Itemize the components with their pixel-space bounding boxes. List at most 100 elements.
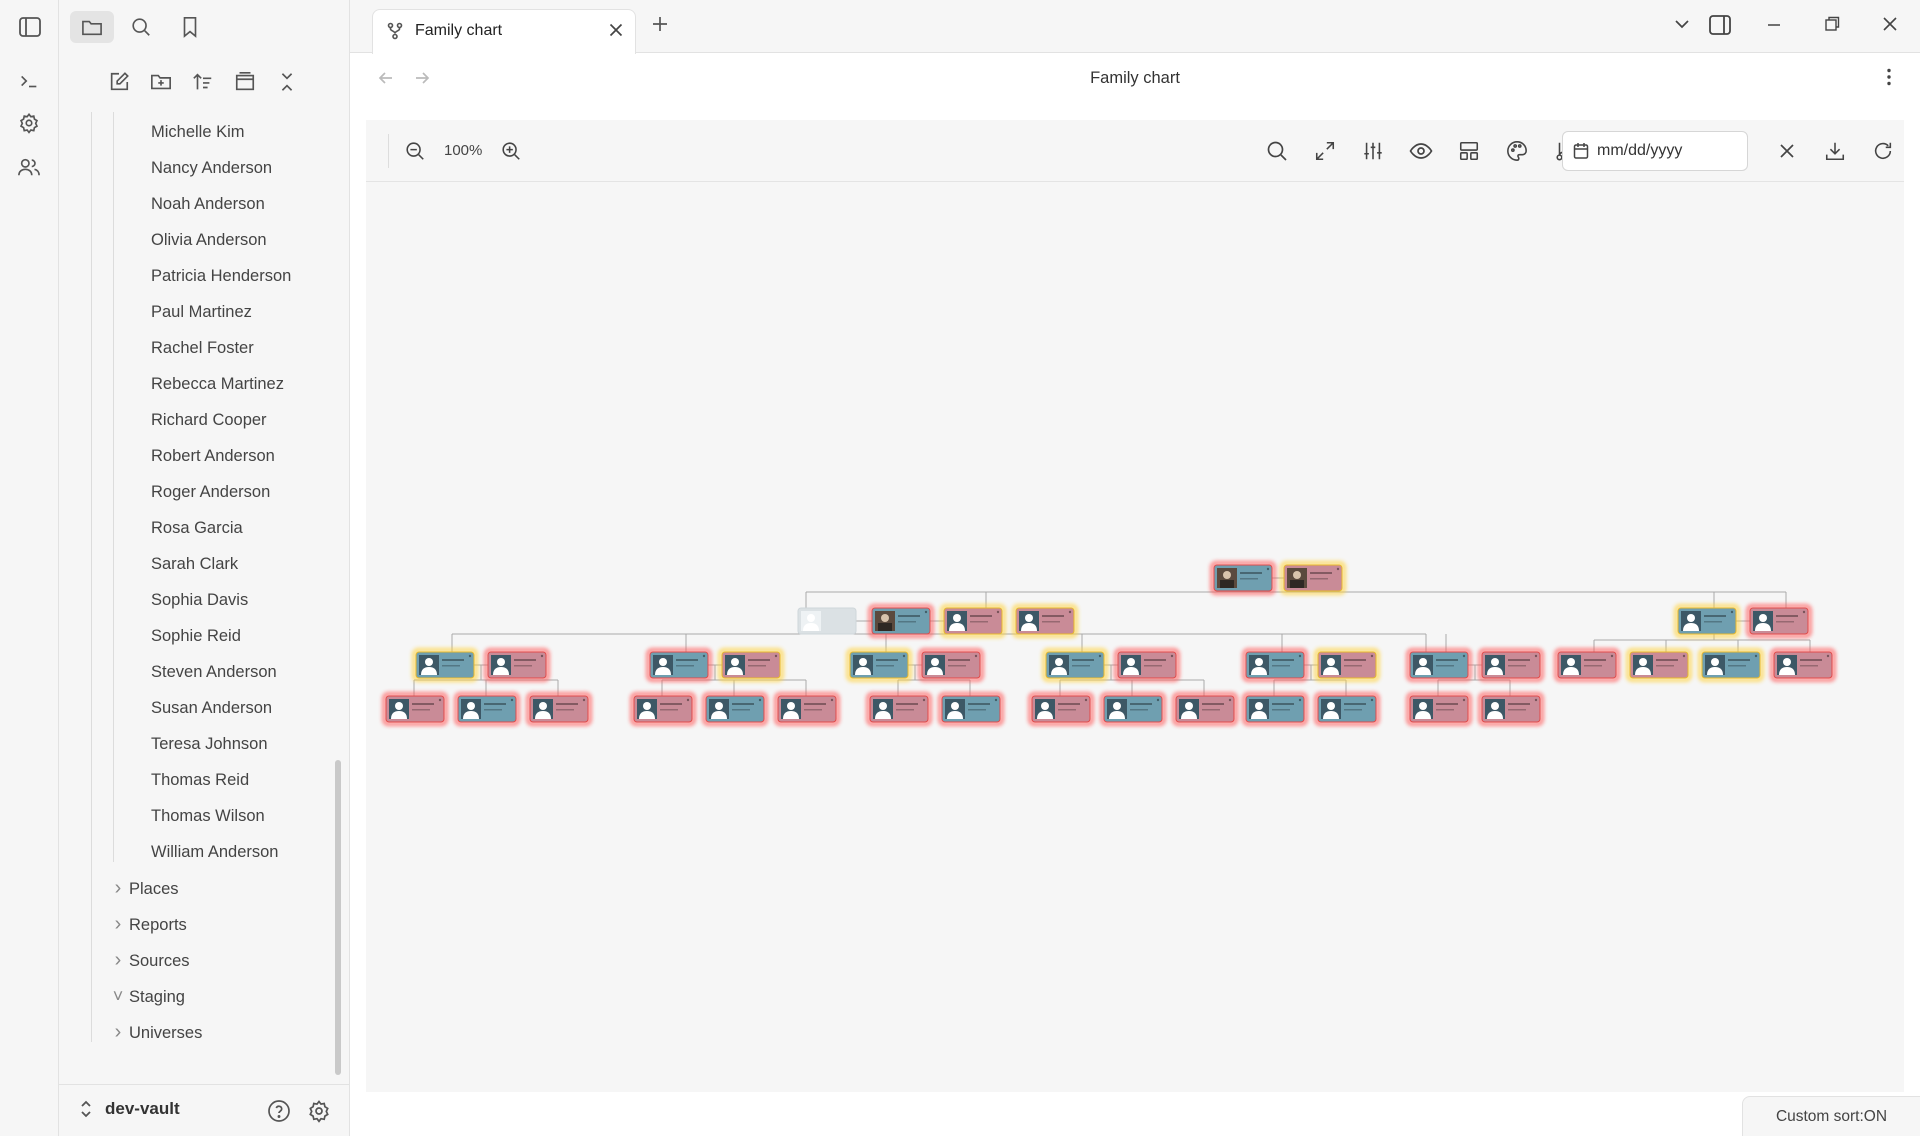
- family-tree-chart[interactable]: [366, 182, 1904, 1092]
- card-name-line: [1202, 703, 1224, 705]
- close-icon[interactable]: [607, 21, 625, 39]
- card-edit-dot: [1068, 610, 1072, 614]
- date-filter-input[interactable]: mm/dd/yyyy: [1562, 131, 1748, 171]
- file-item[interactable]: Susan Anderson: [151, 694, 272, 722]
- download-icon[interactable]: [1820, 136, 1850, 166]
- file-item[interactable]: Paul Martinez: [151, 298, 252, 326]
- avatar-head: [1113, 702, 1121, 710]
- new-note-icon[interactable]: [103, 66, 135, 98]
- zoom-out-icon[interactable]: [400, 136, 430, 166]
- file-item[interactable]: Teresa Johnson: [151, 730, 268, 758]
- card-edit-dot: [758, 698, 762, 702]
- window-close-icon[interactable]: [1880, 14, 1900, 34]
- zoom-in-icon[interactable]: [496, 136, 526, 166]
- expand-icon[interactable]: [1310, 136, 1340, 166]
- file-item[interactable]: Sophie Reid: [151, 622, 241, 650]
- restore-icon[interactable]: [1822, 14, 1842, 34]
- folder-label: Reports: [129, 916, 187, 934]
- card-name-line: [1344, 659, 1366, 661]
- sidebar-toggle-icon[interactable]: [14, 11, 46, 43]
- minimize-icon[interactable]: [1764, 14, 1784, 34]
- file-item[interactable]: William Anderson: [151, 838, 278, 866]
- help-icon[interactable]: [265, 1097, 293, 1125]
- collapse-all-icon[interactable]: [271, 66, 303, 98]
- card-date-line: [1436, 709, 1454, 711]
- card-edit-dot: [510, 698, 514, 702]
- card-edit-dot: [1534, 698, 1538, 702]
- vault-switcher[interactable]: dev-vault: [79, 1099, 180, 1119]
- chart-toolbar: 100% mm/dd/yyyy: [366, 120, 1904, 182]
- file-item[interactable]: Thomas Wilson: [151, 802, 265, 830]
- card-name-line: [970, 615, 992, 617]
- search-icon[interactable]: [1262, 136, 1292, 166]
- eye-icon[interactable]: [1406, 136, 1436, 166]
- sidebar-top-bar: [59, 0, 350, 52]
- search-icon[interactable]: [119, 11, 163, 43]
- card-edit-dot: [1084, 698, 1088, 702]
- sliders-icon[interactable]: [1358, 136, 1388, 166]
- clear-icon[interactable]: [1772, 136, 1802, 166]
- folder-staging[interactable]: ˅ Staging: [107, 982, 185, 1010]
- file-item[interactable]: Michelle Kim: [151, 118, 245, 146]
- avatar-head: [425, 658, 433, 666]
- bookmark-icon[interactable]: [168, 11, 212, 43]
- file-item[interactable]: Thomas Reid: [151, 766, 249, 794]
- plus-icon[interactable]: [650, 14, 670, 34]
- folder-icon[interactable]: [70, 11, 114, 43]
- tree-guide: [91, 112, 92, 1042]
- file-tree: Michelle Kim Nancy Anderson Noah Anderson O…: [59, 112, 329, 1042]
- view-header: Family chart: [350, 53, 1920, 105]
- layout-icon[interactable]: [1454, 136, 1484, 166]
- file-item[interactable]: Sarah Clark: [151, 550, 238, 578]
- view-title: Family chart: [1090, 69, 1180, 87]
- file-item[interactable]: Rachel Foster: [151, 334, 254, 362]
- people-icon[interactable]: [14, 152, 44, 182]
- folder-sources[interactable]: › Sources: [107, 946, 190, 974]
- terminal-icon[interactable]: [14, 66, 44, 96]
- right-sidebar-icon[interactable]: [1708, 14, 1732, 36]
- card-edit-dot: [540, 654, 544, 658]
- calendar-icon: [1573, 142, 1589, 160]
- file-item[interactable]: Roger Anderson: [151, 478, 270, 506]
- card-edit-dot: [438, 698, 442, 702]
- card-name-line: [1272, 659, 1294, 661]
- file-item[interactable]: Robert Anderson: [151, 442, 275, 470]
- gear-icon[interactable]: [14, 108, 44, 138]
- file-item[interactable]: Noah Anderson: [151, 190, 265, 218]
- new-folder-icon[interactable]: [145, 66, 177, 98]
- card-date-line: [1436, 665, 1454, 667]
- card-date-line: [1776, 621, 1794, 623]
- file-item[interactable]: Patricia Henderson: [151, 262, 291, 290]
- file-item[interactable]: Olivia Anderson: [151, 226, 267, 254]
- folder-places[interactable]: › Places: [107, 874, 179, 902]
- collapse-view-icon[interactable]: [229, 66, 261, 98]
- sort-icon[interactable]: [187, 66, 219, 98]
- card-name-line: [1310, 572, 1332, 574]
- avatar-head: [1255, 658, 1263, 666]
- status-bar-sort[interactable]: Custom sort:ON: [1742, 1096, 1920, 1136]
- refresh-icon[interactable]: [1868, 136, 1898, 166]
- file-item[interactable]: Richard Cooper: [151, 406, 267, 434]
- tab-family-chart[interactable]: Family chart: [372, 9, 636, 54]
- folder-reports[interactable]: › Reports: [107, 910, 187, 938]
- file-item[interactable]: Nancy Anderson: [151, 154, 272, 182]
- avatar-head: [1055, 658, 1063, 666]
- file-item[interactable]: Sophia Davis: [151, 586, 248, 614]
- more-options-icon[interactable]: [1886, 67, 1892, 87]
- file-item[interactable]: Steven Anderson: [151, 658, 277, 686]
- card-name-line: [514, 659, 536, 661]
- folder-label: Places: [129, 880, 179, 898]
- palette-icon[interactable]: [1502, 136, 1532, 166]
- card-date-line: [1144, 665, 1162, 667]
- avatar-head: [1567, 658, 1575, 666]
- avatar-head: [1639, 658, 1647, 666]
- file-item[interactable]: Rebecca Martinez: [151, 370, 284, 398]
- settings-icon[interactable]: [305, 1097, 333, 1125]
- file-item[interactable]: Rosa Garcia: [151, 514, 243, 542]
- chevron-down-icon[interactable]: [1672, 14, 1692, 34]
- card-date-line: [1800, 665, 1818, 667]
- card-name-line: [676, 659, 698, 661]
- folder-universes[interactable]: › Universes: [107, 1018, 203, 1042]
- card-edit-dot: [774, 654, 778, 658]
- sidebar-scrollbar[interactable]: [335, 760, 341, 1075]
